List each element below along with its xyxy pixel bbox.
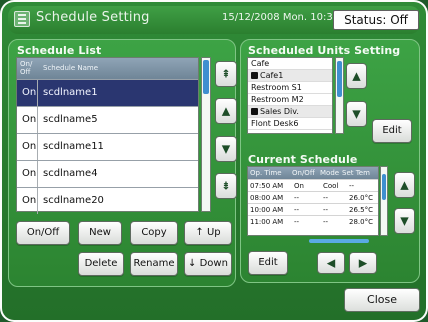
schedule-list[interactable]: On/ Off Schedule Name On scdlname1 On scdl…	[16, 57, 199, 214]
units-scrollbar[interactable]	[335, 57, 344, 134]
scroll-bottom-button[interactable]: ⇟	[215, 173, 237, 199]
scroll-left-button[interactable]: ◀	[317, 252, 345, 274]
left-arrow-icon: ◀	[326, 256, 336, 270]
current-down-button[interactable]: ▼	[394, 208, 415, 234]
units-up-button[interactable]: ▲	[346, 63, 367, 89]
table-row[interactable]: 07:50 AM On Cool --	[248, 179, 378, 191]
units-list[interactable]: Cafe Cafe1 Restroom S1 Restroom M2 Sales…	[247, 57, 333, 134]
double-up-arrow-icon: ⇞	[221, 67, 231, 81]
rename-button[interactable]: Rename	[130, 252, 178, 276]
down-arrow-icon: ▼	[221, 142, 231, 156]
window-title: Schedule Setting	[36, 10, 150, 25]
list-item[interactable]: Cafe	[248, 58, 332, 70]
current-schedule-hscroll[interactable]	[309, 239, 369, 243]
col-schedule-name: Schedule Name	[43, 64, 99, 72]
list-item[interactable]: Restroom M2	[248, 94, 332, 106]
scroll-thumb[interactable]	[337, 61, 342, 97]
down-arrow-icon: ▼	[400, 214, 409, 228]
new-button[interactable]: New	[78, 221, 122, 245]
schedule-list-title: Schedule List	[17, 44, 102, 57]
current-schedule-table[interactable]: Op. Time On/Off Mode Set Tem 07:50 AM On C…	[247, 166, 379, 236]
schedule-icon	[14, 11, 30, 27]
up-arrow-icon: ↑	[195, 227, 207, 238]
down-arrow-icon: ▼	[352, 107, 361, 121]
current-up-button[interactable]: ▲	[394, 172, 415, 198]
status-box: Status: Off	[333, 10, 419, 30]
list-item[interactable]: Restroom S1	[248, 82, 332, 94]
edit-units-button[interactable]: Edit	[372, 119, 412, 143]
table-row[interactable]: On scdlname4	[17, 160, 198, 187]
scroll-top-button[interactable]: ⇞	[215, 61, 237, 87]
schedule-list-scrollbar[interactable]	[201, 57, 211, 212]
edit-current-button[interactable]: Edit	[248, 251, 288, 275]
scroll-down-button[interactable]: ▼	[215, 136, 237, 162]
close-button[interactable]: Close	[344, 288, 420, 312]
col-onoff: On/ Off	[20, 60, 33, 76]
scroll-thumb[interactable]	[203, 60, 209, 94]
list-item[interactable]: Sales Div.	[248, 106, 332, 118]
units-down-button[interactable]: ▼	[346, 101, 367, 127]
unit-group-icon	[251, 108, 258, 115]
unit-group-icon	[251, 72, 258, 79]
table-row[interactable]: 10:00 AM -- -- 26.5°C	[248, 203, 378, 215]
right-arrow-icon: ▶	[358, 256, 368, 270]
table-row[interactable]: On scdlname1	[17, 79, 198, 106]
units-setting-title: Scheduled Units Setting	[248, 44, 401, 57]
scroll-thumb[interactable]	[382, 174, 386, 200]
up-button[interactable]: ↑ Up	[184, 221, 232, 245]
table-row[interactable]: 11:00 AM -- -- 28.0°C	[248, 215, 378, 227]
screen: Schedule Setting 15/12/2008 Mon. 10:39 A…	[0, 0, 428, 322]
current-schedule-scrollbar[interactable]	[380, 166, 388, 236]
list-item[interactable]: Flont Desk6	[248, 118, 332, 130]
current-schedule-title: Current Schedule	[248, 153, 358, 166]
delete-button[interactable]: Delete	[78, 252, 124, 276]
up-arrow-icon: ▲	[221, 104, 231, 118]
up-arrow-icon: ▲	[400, 178, 409, 192]
table-row[interactable]: On scdlname11	[17, 133, 198, 160]
down-button[interactable]: ↓ Down	[184, 252, 232, 276]
table-row[interactable]: 08:00 AM -- -- 26.0°C	[248, 191, 378, 203]
scroll-right-button[interactable]: ▶	[349, 252, 377, 274]
down-arrow-icon: ↓	[188, 258, 200, 269]
table-row[interactable]: On scdlname20	[17, 187, 198, 214]
schedule-list-header: On/ Off Schedule Name	[17, 58, 198, 79]
up-arrow-icon: ▲	[352, 69, 361, 83]
onoff-button[interactable]: On/Off	[16, 221, 70, 245]
table-header: Op. Time On/Off Mode Set Tem	[248, 167, 378, 179]
table-row[interactable]: On scdlname5	[17, 106, 198, 133]
copy-button[interactable]: Copy	[130, 221, 178, 245]
list-item[interactable]: Cafe1	[248, 70, 332, 82]
double-down-arrow-icon: ⇟	[221, 179, 231, 193]
scroll-up-button[interactable]: ▲	[215, 98, 237, 124]
